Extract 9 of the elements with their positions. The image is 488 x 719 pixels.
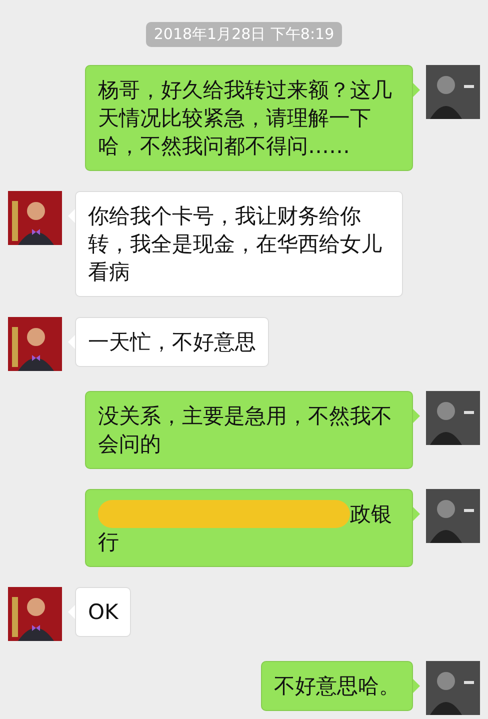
message-bubble: 没关系，主要是急用，不然我不会问的 (85, 391, 413, 469)
message-bubble: OK (75, 587, 132, 637)
message-bubble: 你给我个卡号，我让财务给你转，我全是现金，在华西给女儿看病 (75, 191, 403, 297)
message-text: 行 (98, 529, 119, 556)
message-bubble: 一天忙，不好意思 (75, 317, 269, 367)
message-bubble: 杨哥，好久给我转过来额？这几天情况比较紧急，请理解一下哈，不然我问都不得问…… (85, 65, 413, 171)
timestamp: 2018年1月28日 下午8:19 (146, 22, 342, 47)
message-bubble: 不好意思哈。 (261, 661, 413, 711)
message-text: 政银 (350, 501, 392, 528)
